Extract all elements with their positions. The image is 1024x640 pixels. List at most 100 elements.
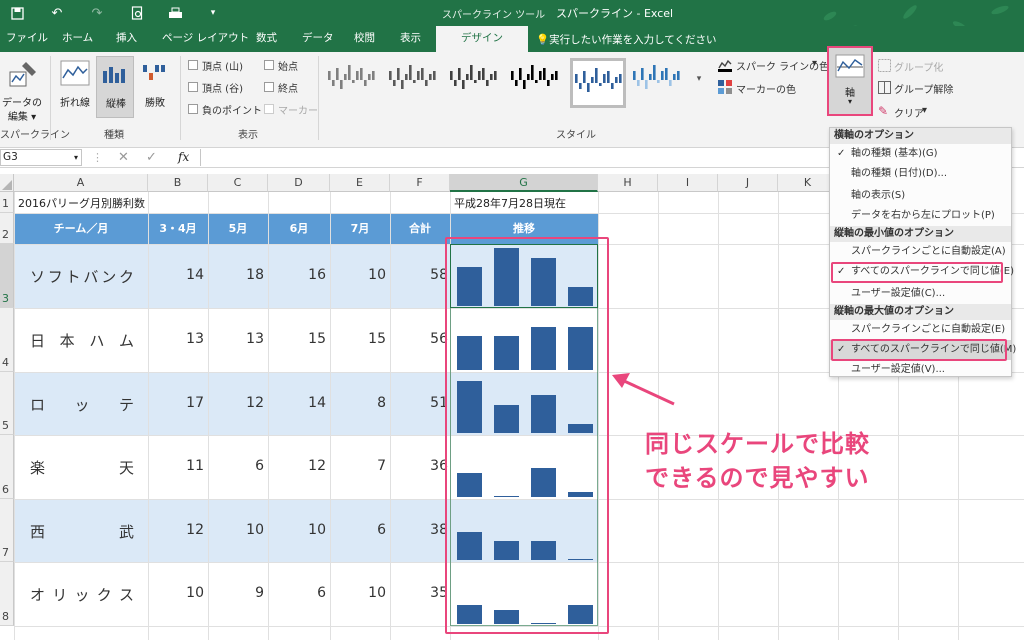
- value-cell[interactable]: 11: [164, 458, 204, 474]
- axis-button[interactable]: 軸 ▾: [827, 46, 873, 116]
- value-cell[interactable]: 14: [286, 395, 326, 411]
- column-header-a[interactable]: A: [14, 174, 148, 192]
- column-header-c[interactable]: C: [208, 174, 268, 192]
- negative-point-checkbox[interactable]: [188, 104, 198, 114]
- menu-vmax-custom[interactable]: ユーザー設定値(V)...: [830, 360, 1011, 380]
- tell-me-box[interactable]: 💡実行したい作業を入力してください: [536, 32, 716, 47]
- tab-insert[interactable]: 挿入: [116, 26, 137, 52]
- quick-print-icon[interactable]: [166, 4, 184, 22]
- select-all-button[interactable]: [0, 174, 14, 192]
- date-cell[interactable]: 平成28年7月28日現在: [454, 195, 566, 211]
- column-header-d[interactable]: D: [268, 174, 330, 192]
- column-type-button[interactable]: 縦棒: [96, 56, 134, 118]
- menu-vmax-auto[interactable]: スパークラインごとに自動設定(E): [830, 320, 1011, 340]
- menu-plot-right-to-left[interactable]: データを右から左にプロット(P): [830, 206, 1011, 226]
- group-button[interactable]: グループ化: [878, 58, 958, 74]
- team-name-cell[interactable]: オリックス: [30, 584, 134, 605]
- menu-vmin-custom[interactable]: ユーザー設定値(C)...: [830, 284, 1011, 304]
- value-cell[interactable]: 13: [224, 331, 264, 347]
- value-cell[interactable]: 10: [346, 585, 386, 601]
- column-header-e[interactable]: E: [330, 174, 390, 192]
- value-cell[interactable]: 13: [164, 331, 204, 347]
- undo-icon[interactable]: ↶: [48, 4, 66, 22]
- markers-checkbox[interactable]: [264, 104, 274, 114]
- header-total[interactable]: 合計: [390, 213, 450, 244]
- header-may[interactable]: 5月: [208, 213, 268, 244]
- row-header-6[interactable]: 6: [0, 435, 14, 499]
- value-cell[interactable]: 10: [346, 267, 386, 283]
- value-cell[interactable]: 16: [286, 267, 326, 283]
- high-point-checkbox[interactable]: [188, 60, 198, 70]
- value-cell[interactable]: 12: [224, 395, 264, 411]
- value-cell[interactable]: 12: [164, 522, 204, 538]
- name-box[interactable]: G3 ▾: [0, 149, 82, 166]
- column-header-b[interactable]: B: [148, 174, 208, 192]
- header-jul[interactable]: 7月: [330, 213, 390, 244]
- value-cell[interactable]: 9: [224, 585, 264, 601]
- tab-view[interactable]: 表示: [400, 26, 421, 52]
- sparkline-color-button[interactable]: スパーク ラインの色 ▾: [718, 58, 829, 76]
- column-header-f[interactable]: F: [390, 174, 450, 192]
- tab-home[interactable]: ホーム: [62, 26, 93, 52]
- ungroup-button[interactable]: グループ解除: [878, 80, 958, 96]
- value-cell[interactable]: 10: [224, 522, 264, 538]
- total-cell[interactable]: 51: [408, 395, 448, 411]
- tab-page-layout[interactable]: ページ レイアウト: [162, 26, 249, 52]
- sheet-title-cell[interactable]: 2016パリーグ月別勝利数: [18, 195, 145, 211]
- insert-function-icon[interactable]: fx: [178, 150, 189, 164]
- cancel-icon[interactable]: ✕: [118, 150, 129, 165]
- value-cell[interactable]: 12: [286, 458, 326, 474]
- tab-formulas[interactable]: 数式: [256, 26, 277, 52]
- team-name-cell[interactable]: 楽天: [30, 457, 134, 478]
- sparkline-style-option[interactable]: [509, 58, 565, 108]
- team-name-cell[interactable]: 西武: [30, 521, 134, 542]
- gallery-more-button[interactable]: ▾: [692, 74, 706, 90]
- row-header-7[interactable]: 7: [0, 499, 14, 562]
- redo-icon[interactable]: ↷: [88, 4, 106, 22]
- header-mar-apr[interactable]: 3・4月: [148, 213, 208, 244]
- column-header-g[interactable]: G: [450, 174, 598, 192]
- column-header-i[interactable]: I: [658, 174, 718, 192]
- row-header-8[interactable]: 8: [0, 562, 14, 626]
- total-cell[interactable]: 38: [408, 522, 448, 538]
- total-cell[interactable]: 36: [408, 458, 448, 474]
- tab-design[interactable]: デザイン: [436, 26, 528, 53]
- menu-vmin-auto[interactable]: スパークラインごとに自動設定(A): [830, 242, 1011, 262]
- value-cell[interactable]: 15: [346, 331, 386, 347]
- winloss-type-button[interactable]: 勝敗: [136, 56, 174, 116]
- sparkline-style-option[interactable]: [631, 58, 687, 108]
- menu-axis-type-general[interactable]: ✓ 軸の種類 (基本)(G): [830, 144, 1011, 164]
- value-cell[interactable]: 6: [346, 522, 386, 538]
- low-point-checkbox[interactable]: [188, 82, 198, 92]
- value-cell[interactable]: 10: [164, 585, 204, 601]
- edit-data-button[interactable]: データの 編集 ▾: [2, 56, 42, 123]
- column-header-j[interactable]: J: [718, 174, 778, 192]
- menu-show-axis[interactable]: 軸の表示(S): [830, 186, 1011, 206]
- value-cell[interactable]: 17: [164, 395, 204, 411]
- last-point-checkbox[interactable]: [264, 82, 274, 92]
- enter-icon[interactable]: ✓: [146, 150, 157, 165]
- header-team[interactable]: チーム／月: [14, 213, 148, 244]
- row-header-4[interactable]: 4: [0, 308, 14, 372]
- tab-file[interactable]: ファイル: [6, 26, 48, 52]
- tab-review[interactable]: 校閲: [354, 26, 375, 52]
- column-header-h[interactable]: H: [598, 174, 658, 192]
- first-point-checkbox[interactable]: [264, 60, 274, 70]
- sparkline-style-option[interactable]: [448, 58, 504, 108]
- row-header-2[interactable]: 2: [0, 213, 14, 244]
- value-cell[interactable]: 14: [164, 267, 204, 283]
- menu-axis-type-date[interactable]: 軸の種類 (日付)(D)...: [830, 164, 1011, 184]
- print-preview-icon[interactable]: [128, 4, 146, 22]
- value-cell[interactable]: 18: [224, 267, 264, 283]
- value-cell[interactable]: 10: [286, 522, 326, 538]
- value-cell[interactable]: 8: [346, 395, 386, 411]
- tab-data[interactable]: データ: [302, 26, 334, 52]
- sparkline-style-option[interactable]: [387, 58, 443, 108]
- line-type-button[interactable]: 折れ線: [56, 56, 94, 116]
- value-cell[interactable]: 15: [286, 331, 326, 347]
- marker-color-button[interactable]: マーカーの色: [718, 80, 822, 98]
- total-cell[interactable]: 58: [408, 267, 448, 283]
- team-name-cell[interactable]: ロッテ: [30, 394, 134, 415]
- sparkline-style-option[interactable]: [570, 58, 626, 108]
- save-icon[interactable]: [8, 4, 26, 22]
